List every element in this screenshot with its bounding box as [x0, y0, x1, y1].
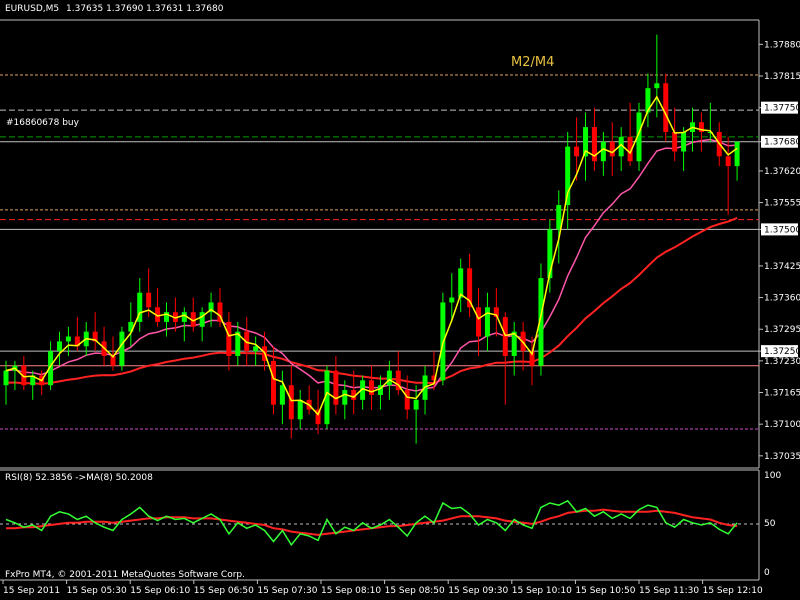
- symbol-label: EURUSD,M5: [5, 4, 60, 14]
- time-tick-label: 15 Sep 12:10: [703, 586, 763, 596]
- order-label[interactable]: #16860678 buy: [6, 118, 79, 129]
- m2-m4-annotation: M2/M4: [511, 55, 555, 70]
- candle-body: [342, 390, 348, 405]
- price-tick-label: 1.37425: [764, 262, 800, 272]
- candle-body: [449, 297, 455, 303]
- ohlc-values: 1.37635 1.37690 1.37631 1.37680: [66, 4, 224, 14]
- price-tick-label: 1.37100: [764, 420, 800, 430]
- candle-body: [574, 146, 580, 157]
- price-tick-label: 1.37035: [764, 452, 800, 462]
- candle-body: [65, 336, 71, 342]
- candle-body: [734, 141, 740, 167]
- candle-body: [556, 205, 562, 230]
- price-tick-label: 1.37620: [764, 167, 800, 177]
- candle-body: [476, 307, 482, 337]
- chart-canvas: 1.37880 1.37815 1.37750 1.37680 1.37620 1.375…: [0, 0, 800, 600]
- time-tick-label: 15 Sep 11:30: [639, 586, 699, 596]
- time-tick-label: 15 Sep 09:30: [448, 586, 508, 596]
- time-tick-label: 15 Sep 05:30: [67, 586, 127, 596]
- rsi-axis-50: 50: [764, 519, 776, 529]
- candle-body: [369, 380, 375, 395]
- candle-body: [270, 360, 276, 405]
- candle-body: [297, 399, 303, 420]
- candle-body: [3, 370, 9, 386]
- candle-body: [386, 370, 392, 386]
- candle-body: [600, 141, 606, 162]
- price-tick-label: 1.37295: [764, 325, 800, 335]
- candle-body: [333, 370, 339, 405]
- candle-body: [119, 331, 125, 366]
- time-tick-label: 15 Sep 06:50: [194, 586, 254, 596]
- candle-body: [654, 83, 660, 89]
- candle-body: [502, 317, 508, 356]
- candle-body: [681, 132, 687, 152]
- price-tick-label: 1.37555: [764, 199, 800, 209]
- candle-body: [672, 132, 678, 152]
- time-tick-label: 15 Sep 10:50: [575, 586, 635, 596]
- time-tick-label: 15 Sep 07:30: [257, 586, 317, 596]
- time-tick-label: 15 Sep 08:10: [321, 586, 381, 596]
- candle-body: [404, 390, 410, 410]
- chart-header: EURUSD,M5 1.37635 1.37690 1.37631 1.3768…: [5, 4, 223, 15]
- price-tick-label: 1.37230: [764, 357, 800, 367]
- time-tick-label: 15 Sep 06:10: [130, 586, 190, 596]
- copyright-text: FxPro MT4, © 2001-2011 MetaQuotes Softwa…: [5, 570, 245, 580]
- candle-body: [56, 341, 62, 352]
- candle-body: [146, 292, 152, 308]
- candle-body: [458, 268, 464, 298]
- price-tick-label: 1.37750: [764, 104, 800, 114]
- candle-body: [725, 156, 731, 167]
- candle-body: [226, 321, 232, 356]
- rsi-label: RSI(8) 52.3856 ->MA(8) 50.2008: [5, 473, 153, 483]
- price-tick-label: 1.37880: [764, 40, 800, 50]
- price-tick-label: 1.37360: [764, 294, 800, 304]
- candle-body: [413, 399, 419, 410]
- time-tick-label: 15 Sep 08:50: [385, 586, 445, 596]
- time-tick-label: 15 Sep 2011: [3, 586, 60, 596]
- price-tick-label: 1.37250: [764, 347, 800, 357]
- candle-body: [663, 83, 669, 132]
- price-tick-label: 1.37680: [764, 138, 800, 148]
- time-tick-label: 15 Sep 10:10: [512, 586, 572, 596]
- price-tick-label: 1.37500: [764, 225, 800, 235]
- candle-body: [288, 385, 294, 420]
- candle-body: [279, 385, 285, 405]
- candle-body: [609, 141, 615, 157]
- price-tick-label: 1.37165: [764, 389, 800, 399]
- price-tick-label: 1.37815: [764, 72, 800, 82]
- rsi-axis-100: 100: [764, 471, 782, 481]
- rsi-axis-0: 0: [764, 568, 770, 578]
- candle-body: [484, 307, 490, 337]
